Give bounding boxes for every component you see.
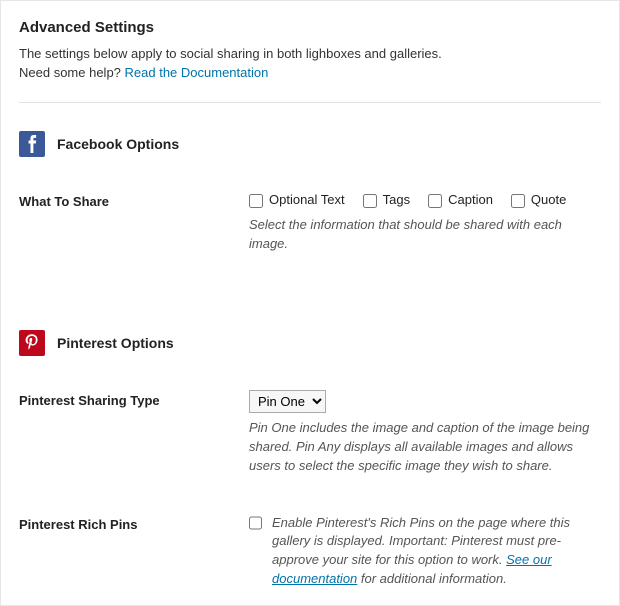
intro-text: The settings below apply to social shari…: [19, 45, 601, 83]
facebook-section-header: Facebook Options: [19, 131, 601, 157]
sharing-type-help: Pin One includes the image and caption o…: [249, 419, 601, 476]
what-to-share-row: What To Share Optional Text Tags Caption: [19, 191, 601, 254]
what-to-share-help: Select the information that should be sh…: [249, 216, 601, 254]
divider: [19, 102, 601, 103]
tags-checkbox[interactable]: [363, 194, 377, 208]
advanced-settings-panel: Advanced Settings The settings below app…: [0, 0, 620, 606]
sharing-type-row: Pinterest Sharing Type Pin One Pin One i…: [19, 390, 601, 476]
rich-pins-checkbox[interactable]: [249, 516, 262, 530]
facebook-section-title: Facebook Options: [57, 134, 179, 154]
rich-pins-help-part2: for additional information.: [357, 571, 507, 586]
read-documentation-link[interactable]: Read the Documentation: [125, 65, 269, 80]
optional-text-label: Optional Text: [269, 191, 345, 210]
what-to-share-label: What To Share: [19, 191, 249, 212]
rich-pins-row: Pinterest Rich Pins Enable Pinterest's R…: [19, 514, 601, 589]
sharing-type-select[interactable]: Pin One: [249, 390, 326, 413]
pinterest-icon: [19, 330, 45, 356]
optional-text-option[interactable]: Optional Text: [249, 191, 345, 210]
sharing-type-label: Pinterest Sharing Type: [19, 390, 249, 411]
caption-checkbox[interactable]: [428, 194, 442, 208]
optional-text-checkbox[interactable]: [249, 194, 263, 208]
intro-line1: The settings below apply to social shari…: [19, 46, 442, 61]
caption-option[interactable]: Caption: [428, 191, 493, 210]
page-title: Advanced Settings: [19, 17, 601, 39]
quote-checkbox[interactable]: [511, 194, 525, 208]
what-to-share-checks: Optional Text Tags Caption Quote: [249, 191, 601, 210]
caption-label: Caption: [448, 191, 493, 210]
quote-option[interactable]: Quote: [511, 191, 566, 210]
rich-pins-help: Enable Pinterest's Rich Pins on the page…: [272, 514, 601, 589]
rich-pins-label: Pinterest Rich Pins: [19, 514, 249, 535]
tags-label: Tags: [383, 191, 410, 210]
quote-label: Quote: [531, 191, 566, 210]
facebook-icon: [19, 131, 45, 157]
tags-option[interactable]: Tags: [363, 191, 410, 210]
intro-help-prefix: Need some help?: [19, 65, 125, 80]
pinterest-section-title: Pinterest Options: [57, 333, 174, 353]
pinterest-section-header: Pinterest Options: [19, 330, 601, 356]
